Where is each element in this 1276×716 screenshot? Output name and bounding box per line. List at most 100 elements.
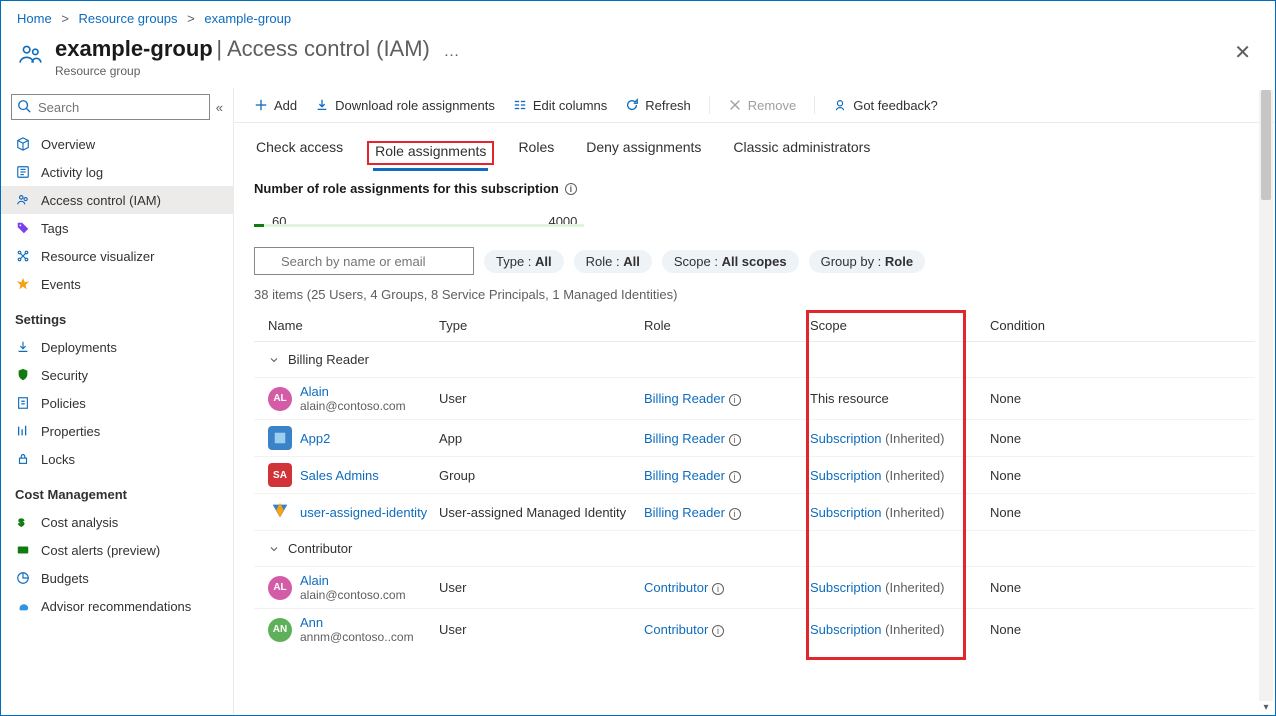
principal-link[interactable]: Ann [300,615,323,630]
collapse-sidebar-icon[interactable]: « [216,100,223,115]
filter-groupby[interactable]: Group by : Role [809,250,925,273]
sidebar-item-overview[interactable]: Overview [1,130,233,158]
avatar: SA [268,463,292,487]
info-icon[interactable]: i [729,434,741,446]
people-icon [15,192,31,208]
role-link[interactable]: Billing Reader [644,468,725,483]
tab-roles[interactable]: Roles [516,135,556,167]
scrollbar-thumb[interactable] [1261,90,1271,200]
edit-columns-button[interactable]: Edit columns [513,98,607,113]
visualizer-icon [15,248,31,264]
info-icon[interactable]: i [729,394,741,406]
filter-scope[interactable]: Scope : All scopes [662,250,799,273]
table-row[interactable]: user-assigned-identity User-assigned Man… [254,494,1255,531]
filter-type[interactable]: Type : All [484,250,564,273]
col-header-scope[interactable]: Scope [810,318,990,333]
scrollbar[interactable]: ▾ [1259,90,1273,701]
sidebar-item-locks[interactable]: Locks [1,445,233,473]
scroll-down-icon[interactable]: ▾ [1259,701,1273,713]
col-header-role[interactable]: Role [644,318,804,333]
principal-sub: annm@contoso..com [300,630,414,644]
table-row[interactable]: App2 App Billing Reader i Subscription (… [254,420,1255,457]
feedback-button[interactable]: Got feedback? [833,98,938,113]
results-summary: 38 items (25 Users, 4 Groups, 8 Service … [254,287,1255,302]
table-row[interactable]: ANAnnannm@contoso..com User Contributor … [254,609,1255,650]
sidebar-item-policies[interactable]: Policies [1,389,233,417]
sidebar-item-label: Cost analysis [41,515,118,530]
toolbar-label: Download role assignments [335,98,495,113]
principal-link[interactable]: App2 [300,431,330,446]
role-link[interactable]: Billing Reader [644,431,725,446]
col-header-type[interactable]: Type [439,318,644,333]
sidebar-item-tags[interactable]: Tags [1,214,233,242]
toolbar: Add Download role assignments Edit colum… [234,88,1275,123]
table-row[interactable]: SASales Admins Group Billing Reader i Su… [254,457,1255,494]
sidebar-item-security[interactable]: Security [1,361,233,389]
cost-icon: $ [15,514,31,530]
breadcrumb-home[interactable]: Home [17,11,52,26]
sidebar-item-label: Tags [41,221,68,236]
scope-link[interactable]: Subscription [810,505,882,520]
principal-link[interactable]: Alain [300,384,329,399]
tab-role-assignments[interactable]: Role assignments [373,139,488,171]
download-button[interactable]: Download role assignments [315,98,495,113]
role-link[interactable]: Billing Reader [644,391,725,406]
breadcrumb-groups[interactable]: Resource groups [79,11,178,26]
sidebar-item-cost-alerts[interactable]: Cost alerts (preview) [1,536,233,564]
info-icon[interactable]: i [712,583,724,595]
sidebar-item-events[interactable]: Events [1,270,233,298]
inherited-label: (Inherited) [882,431,945,446]
scope-link[interactable]: Subscription [810,468,882,483]
info-icon[interactable]: i [712,625,724,637]
role-link[interactable]: Billing Reader [644,505,725,520]
tab-classic-admins[interactable]: Classic administrators [731,135,872,167]
sidebar-item-deployments[interactable]: Deployments [1,333,233,361]
page-header: example-group | Access control (IAM) … R… [1,30,1275,88]
page-title: example-group [55,36,213,61]
sidebar-item-activity-log[interactable]: Activity log [1,158,233,186]
breadcrumb: Home > Resource groups > example-group [1,1,1275,30]
breadcrumb-sep: > [61,11,69,26]
role-link[interactable]: Contributor [644,622,708,637]
col-header-condition[interactable]: Condition [990,318,1110,333]
cell-type: User [439,580,644,595]
tab-check-access[interactable]: Check access [254,135,345,167]
group-row-contributor[interactable]: Contributor [254,531,1255,567]
filter-role[interactable]: Role : All [574,250,652,273]
close-icon[interactable]: ✕ [1226,36,1259,69]
sidebar-item-label: Resource visualizer [41,249,154,264]
sidebar-item-properties[interactable]: Properties [1,417,233,445]
breadcrumb-current[interactable]: example-group [204,11,291,26]
svg-text:$: $ [19,518,25,529]
info-icon[interactable]: i [729,508,741,520]
cube-icon [15,136,31,152]
table-row[interactable]: ALAlainalain@contoso.com User Contributo… [254,567,1255,609]
sidebar-search-input[interactable] [11,94,210,120]
sidebar-item-cost-analysis[interactable]: $ Cost analysis [1,508,233,536]
group-row-billing-reader[interactable]: Billing Reader [254,342,1255,378]
add-button[interactable]: Add [254,98,297,113]
info-icon[interactable]: i [729,471,741,483]
principal-link[interactable]: user-assigned-identity [300,505,427,520]
deploy-icon [15,339,31,355]
refresh-button[interactable]: Refresh [625,98,691,113]
scope-link[interactable]: Subscription [810,431,882,446]
sidebar-item-budgets[interactable]: Budgets [1,564,233,592]
tab-deny-assignments[interactable]: Deny assignments [584,135,703,167]
sidebar-item-advisor[interactable]: Advisor recommendations [1,592,233,620]
principal-link[interactable]: Alain [300,573,329,588]
sidebar-item-access-control[interactable]: Access control (IAM) [1,186,233,214]
principal-link[interactable]: Sales Admins [300,468,379,483]
sidebar-item-resource-visualizer[interactable]: Resource visualizer [1,242,233,270]
filter-search-input[interactable] [254,247,474,275]
columns-icon [513,98,527,112]
table-row[interactable]: ALAlainalain@contoso.com User Billing Re… [254,378,1255,420]
more-icon[interactable]: … [444,43,460,60]
col-header-name[interactable]: Name [254,318,439,333]
scope-link[interactable]: Subscription [810,622,882,637]
cell-condition: None [990,431,1110,446]
info-icon[interactable]: i [565,183,577,195]
people-icon [17,40,45,68]
role-link[interactable]: Contributor [644,580,708,595]
scope-link[interactable]: Subscription [810,580,882,595]
